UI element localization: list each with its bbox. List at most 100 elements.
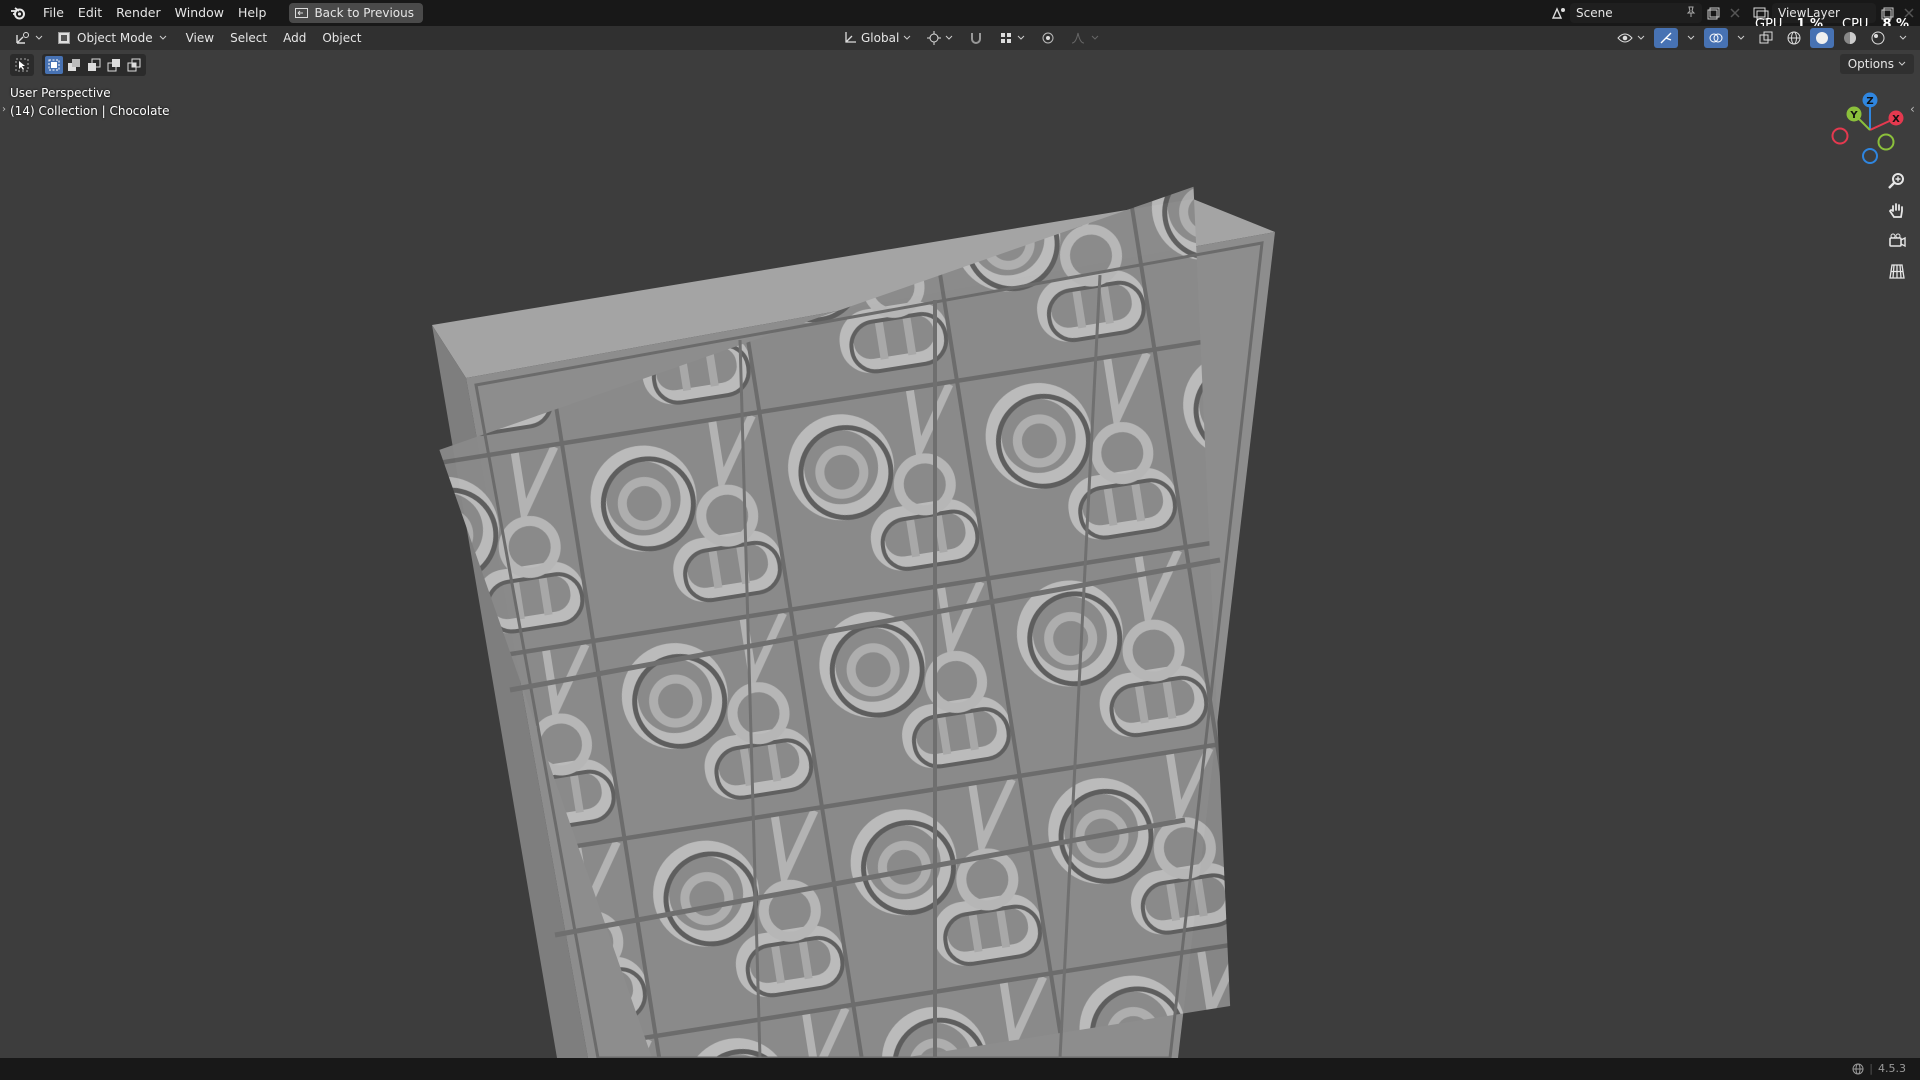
globe-icon <box>1852 1063 1864 1074</box>
shading-dropdown[interactable] <box>1894 28 1912 48</box>
chevron-down-icon <box>1737 35 1745 40</box>
chevron-down-icon <box>945 35 953 40</box>
select-new-icon <box>48 59 60 71</box>
selection-mode-box <box>42 54 146 76</box>
visibility-dropdown[interactable] <box>1612 28 1650 48</box>
zoom-magnifier-icon <box>1888 173 1904 189</box>
perspective-ortho-button[interactable] <box>1884 258 1910 284</box>
3d-viewport-icon <box>16 32 29 44</box>
menu-edit[interactable]: Edit <box>71 0 109 26</box>
gizmo-neg-y-handle[interactable] <box>1877 133 1895 151</box>
options-label: Options <box>1847 57 1894 71</box>
menu-render[interactable]: Render <box>109 0 168 26</box>
new-scene-icon[interactable] <box>1702 3 1724 23</box>
selection-mode-intersect-button[interactable] <box>125 56 143 74</box>
solid-shading-button[interactable] <box>1810 28 1834 48</box>
center-tools: Global <box>838 28 1104 48</box>
menu-file[interactable]: File <box>36 0 71 26</box>
gizmo-neg-z-handle[interactable] <box>1862 148 1878 164</box>
camera-icon <box>1889 233 1906 248</box>
menu-window[interactable]: Window <box>168 0 231 26</box>
menu-add[interactable]: Add <box>278 28 311 48</box>
xray-toggle[interactable] <box>1754 28 1778 48</box>
gizmo-y-label: Y <box>1849 110 1858 121</box>
sidebar-toggle-icon[interactable]: ‹ <box>1910 102 1915 116</box>
select-subtract-icon <box>88 58 101 71</box>
chevron-down-icon <box>1017 35 1025 40</box>
gizmo-z-label: Z <box>1866 96 1873 107</box>
material-preview-button[interactable] <box>1838 28 1862 48</box>
snap-target-dropdown[interactable] <box>994 28 1030 48</box>
chevron-down-icon <box>159 35 166 40</box>
back-to-previous-label: Back to Previous <box>314 6 414 20</box>
navigation-gizmo[interactable]: Z X Y <box>1830 90 1910 170</box>
collapse-arrow-icon[interactable]: › <box>2 104 6 115</box>
magnet-icon <box>971 33 982 44</box>
overlays-icon <box>1709 33 1723 43</box>
menu-help[interactable]: Help <box>231 0 274 26</box>
material-sphere-icon <box>1844 32 1856 44</box>
blender-logo-icon[interactable] <box>0 0 36 26</box>
select-intersect-icon <box>127 58 141 72</box>
active-collection-label: (14) Collection | Chocolate <box>10 104 170 118</box>
object-mode-dropdown[interactable]: Object Mode <box>52 28 175 48</box>
chevron-down-icon <box>1898 61 1906 66</box>
eye-icon <box>1617 33 1633 43</box>
hand-icon <box>1888 203 1903 218</box>
falloff-curve-icon <box>1072 32 1085 44</box>
overlays-toggle[interactable] <box>1704 28 1728 48</box>
transform-orientation-dropdown[interactable]: Global <box>838 28 916 48</box>
selection-mode-invert-button[interactable] <box>105 56 123 74</box>
camera-view-button[interactable] <box>1884 228 1910 254</box>
zoom-button[interactable] <box>1884 168 1910 194</box>
selection-mode-subtract-button[interactable] <box>85 56 103 74</box>
pin-icon[interactable] <box>1686 6 1696 21</box>
cursor-arrow-icon <box>15 58 29 72</box>
wireframe-shading-button[interactable] <box>1782 28 1806 48</box>
select-invert-icon <box>107 59 120 72</box>
options-dropdown[interactable]: Options <box>1839 54 1914 74</box>
pivot-point-dropdown[interactable] <box>922 28 958 48</box>
gizmo-dropdown[interactable] <box>1682 28 1700 48</box>
tweak-tool-button[interactable] <box>13 56 31 74</box>
snap-toggle[interactable] <box>964 28 988 48</box>
proportional-editing-icon <box>1042 32 1054 44</box>
chevron-down-icon <box>35 35 43 40</box>
gizmo-toggle[interactable] <box>1654 28 1678 48</box>
editor-type-button[interactable] <box>10 28 48 48</box>
selection-mode-extend-button[interactable] <box>65 56 83 74</box>
rendered-sphere-icon <box>1871 31 1885 45</box>
version-number: 4.5.3 <box>1878 1062 1906 1075</box>
proportional-falloff-dropdown[interactable] <box>1066 28 1104 48</box>
viewport-right-tools <box>1612 28 1912 48</box>
chevron-down-icon <box>1637 35 1645 40</box>
version-info: | 4.5.3 <box>1852 1062 1906 1075</box>
chevron-down-icon <box>1687 35 1695 40</box>
menu-select[interactable]: Select <box>225 28 272 48</box>
back-screen-icon <box>295 7 309 18</box>
overlays-dropdown[interactable] <box>1732 28 1750 48</box>
select-extend-icon <box>68 59 80 71</box>
rendered-shading-button[interactable] <box>1866 28 1890 48</box>
menu-object[interactable]: Object <box>317 28 366 48</box>
solid-sphere-icon <box>1816 32 1828 44</box>
proportional-editing-toggle[interactable] <box>1036 28 1060 48</box>
viewport-header: Object Mode View Select Add Object Globa… <box>0 26 1920 50</box>
chocolate-bar-model <box>432 186 1275 1058</box>
scene-name: Scene <box>1576 6 1613 20</box>
pan-button[interactable] <box>1884 198 1910 224</box>
transform-orientation-label: Global <box>861 31 900 45</box>
scene-field[interactable]: Scene <box>1570 3 1702 23</box>
selection-mode-new-button[interactable] <box>45 56 63 74</box>
chevron-down-icon <box>903 35 911 40</box>
delete-scene-icon[interactable] <box>1724 3 1746 23</box>
scene-selector-icon[interactable] <box>1548 3 1570 23</box>
chevron-down-icon <box>1091 35 1099 40</box>
xray-icon <box>1759 31 1773 44</box>
status-bar: | 4.5.3 <box>0 1058 1920 1080</box>
menu-view[interactable]: View <box>181 28 219 48</box>
back-to-previous-button[interactable]: Back to Previous <box>289 3 423 23</box>
object-mode-icon <box>58 32 70 44</box>
gizmo-neg-x-handle[interactable] <box>1831 127 1849 145</box>
view-perspective-label: User Perspective <box>10 86 111 100</box>
